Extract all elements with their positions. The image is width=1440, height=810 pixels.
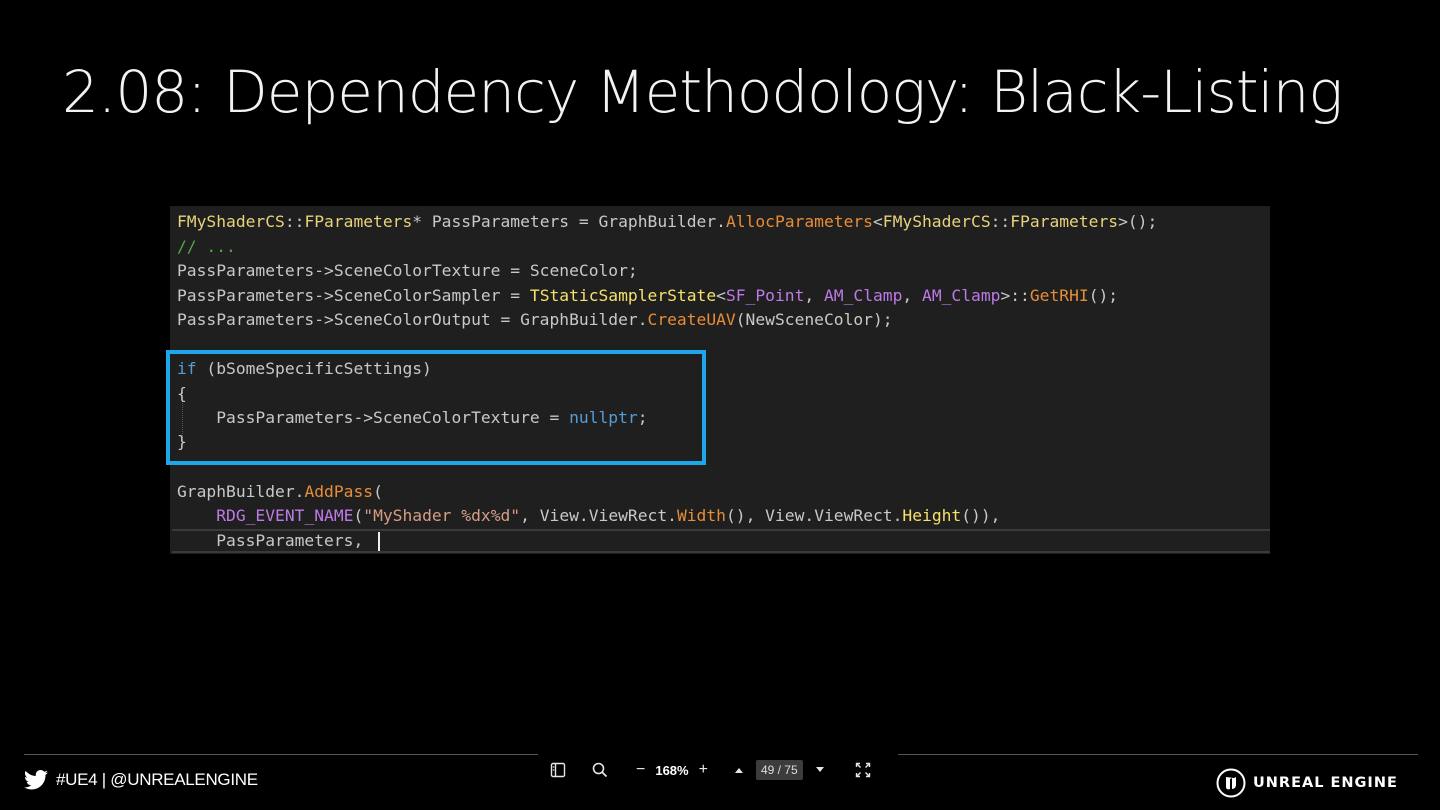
footer-divider-right	[898, 754, 1418, 755]
code-line: PassParameters->SceneColorSampler = TSta…	[177, 284, 1118, 308]
code-token: PassParameters,	[177, 531, 364, 550]
code-token: (	[373, 482, 383, 501]
code-token: RDG_EVENT_NAME	[216, 506, 354, 525]
expand-icon	[855, 762, 870, 778]
code-token: // ...	[177, 237, 236, 256]
code-token: AM_Clamp	[922, 286, 1001, 305]
code-token: "MyShader %dx%d"	[363, 506, 521, 525]
caret-up-icon	[734, 768, 743, 773]
social-handle: #UE4 | @UNREALENGINE	[24, 770, 258, 790]
code-token: Width	[676, 506, 726, 525]
code-line: FMyShaderCS::FParameters* PassParameters…	[177, 210, 1157, 234]
code-token: <	[872, 212, 883, 231]
code-token: , View.ViewRect.	[520, 506, 677, 525]
code-token: GraphBuilder.	[177, 482, 305, 501]
code-token: FParameters	[1010, 212, 1119, 231]
code-token: Height	[902, 506, 962, 525]
code-token: CreateUAV	[647, 310, 736, 329]
code-line: // ...	[177, 235, 236, 259]
code-token: FMyShaderCS	[177, 212, 285, 231]
highlight-box	[166, 350, 706, 465]
text-caret	[378, 532, 380, 551]
next-page-button[interactable]	[815, 766, 825, 774]
code-line: PassParameters->SceneColorTexture = Scen…	[177, 259, 638, 283]
code-token: * PassParameters = GraphBuilder.	[412, 212, 726, 231]
code-token: (	[353, 506, 364, 525]
previous-page-button[interactable]	[734, 766, 744, 774]
unreal-logo-icon	[1216, 768, 1246, 798]
code-token: (), View.ViewRect.	[725, 506, 903, 525]
code-line: GraphBuilder.AddPass(	[177, 480, 383, 504]
brand-name: UNREAL ENGINE	[1253, 775, 1398, 791]
code-token: AllocParameters	[725, 212, 873, 231]
code-token: PassParameters->SceneColorSampler =	[177, 286, 530, 305]
sidebar-toggle-button[interactable]	[550, 762, 566, 778]
code-line: PassParameters,	[177, 529, 363, 553]
code-token: ::	[284, 212, 305, 231]
code-token: <	[716, 286, 726, 305]
code-token: FMyShaderCS	[882, 212, 991, 231]
slide-title: 2.08: Dependency Methodology: Black-List…	[62, 58, 1343, 126]
code-token: ::	[990, 212, 1011, 231]
code-token: >();	[1118, 212, 1158, 231]
code-token: ,	[902, 286, 923, 305]
code-token: >::	[1000, 286, 1030, 305]
code-token: FParameters	[304, 212, 413, 231]
twitter-icon	[24, 770, 48, 790]
code-line: PassParameters->SceneColorOutput = Graph…	[177, 308, 893, 332]
social-handle-text: #UE4 | @UNREALENGINE	[56, 770, 258, 789]
code-token: ();	[1088, 286, 1119, 305]
footer-divider-left	[24, 754, 538, 755]
viewer-toolbar: − 168% + 49 / 75	[538, 752, 898, 788]
code-token: AddPass	[304, 482, 374, 501]
code-token: PassParameters->SceneColorOutput = Graph…	[177, 310, 648, 329]
search-button[interactable]	[592, 762, 608, 778]
code-token: PassParameters->SceneColorTexture = Scen…	[177, 261, 638, 280]
code-token: AM_Clamp	[823, 286, 903, 305]
code-token: GetRHI	[1029, 286, 1089, 305]
sidebar-icon	[550, 762, 566, 778]
code-token: TStaticSamplerState	[529, 286, 717, 305]
code-token: ,	[804, 286, 824, 305]
code-token: ()),	[961, 506, 1001, 525]
search-icon	[592, 762, 608, 778]
code-line: RDG_EVENT_NAME("MyShader %dx%d", View.Vi…	[177, 504, 1000, 528]
code-token: (NewSceneColor);	[735, 310, 893, 329]
zoom-out-button[interactable]: −	[636, 761, 645, 779]
caret-down-icon	[815, 767, 824, 772]
zoom-in-button[interactable]: +	[699, 761, 708, 779]
code-token: SF_Point	[725, 286, 805, 305]
zoom-level: 168%	[655, 762, 689, 778]
unreal-engine-logo: UNREAL ENGINE	[1216, 768, 1398, 798]
fullscreen-button[interactable]	[855, 762, 871, 778]
page-indicator[interactable]: 49 / 75	[755, 760, 803, 780]
